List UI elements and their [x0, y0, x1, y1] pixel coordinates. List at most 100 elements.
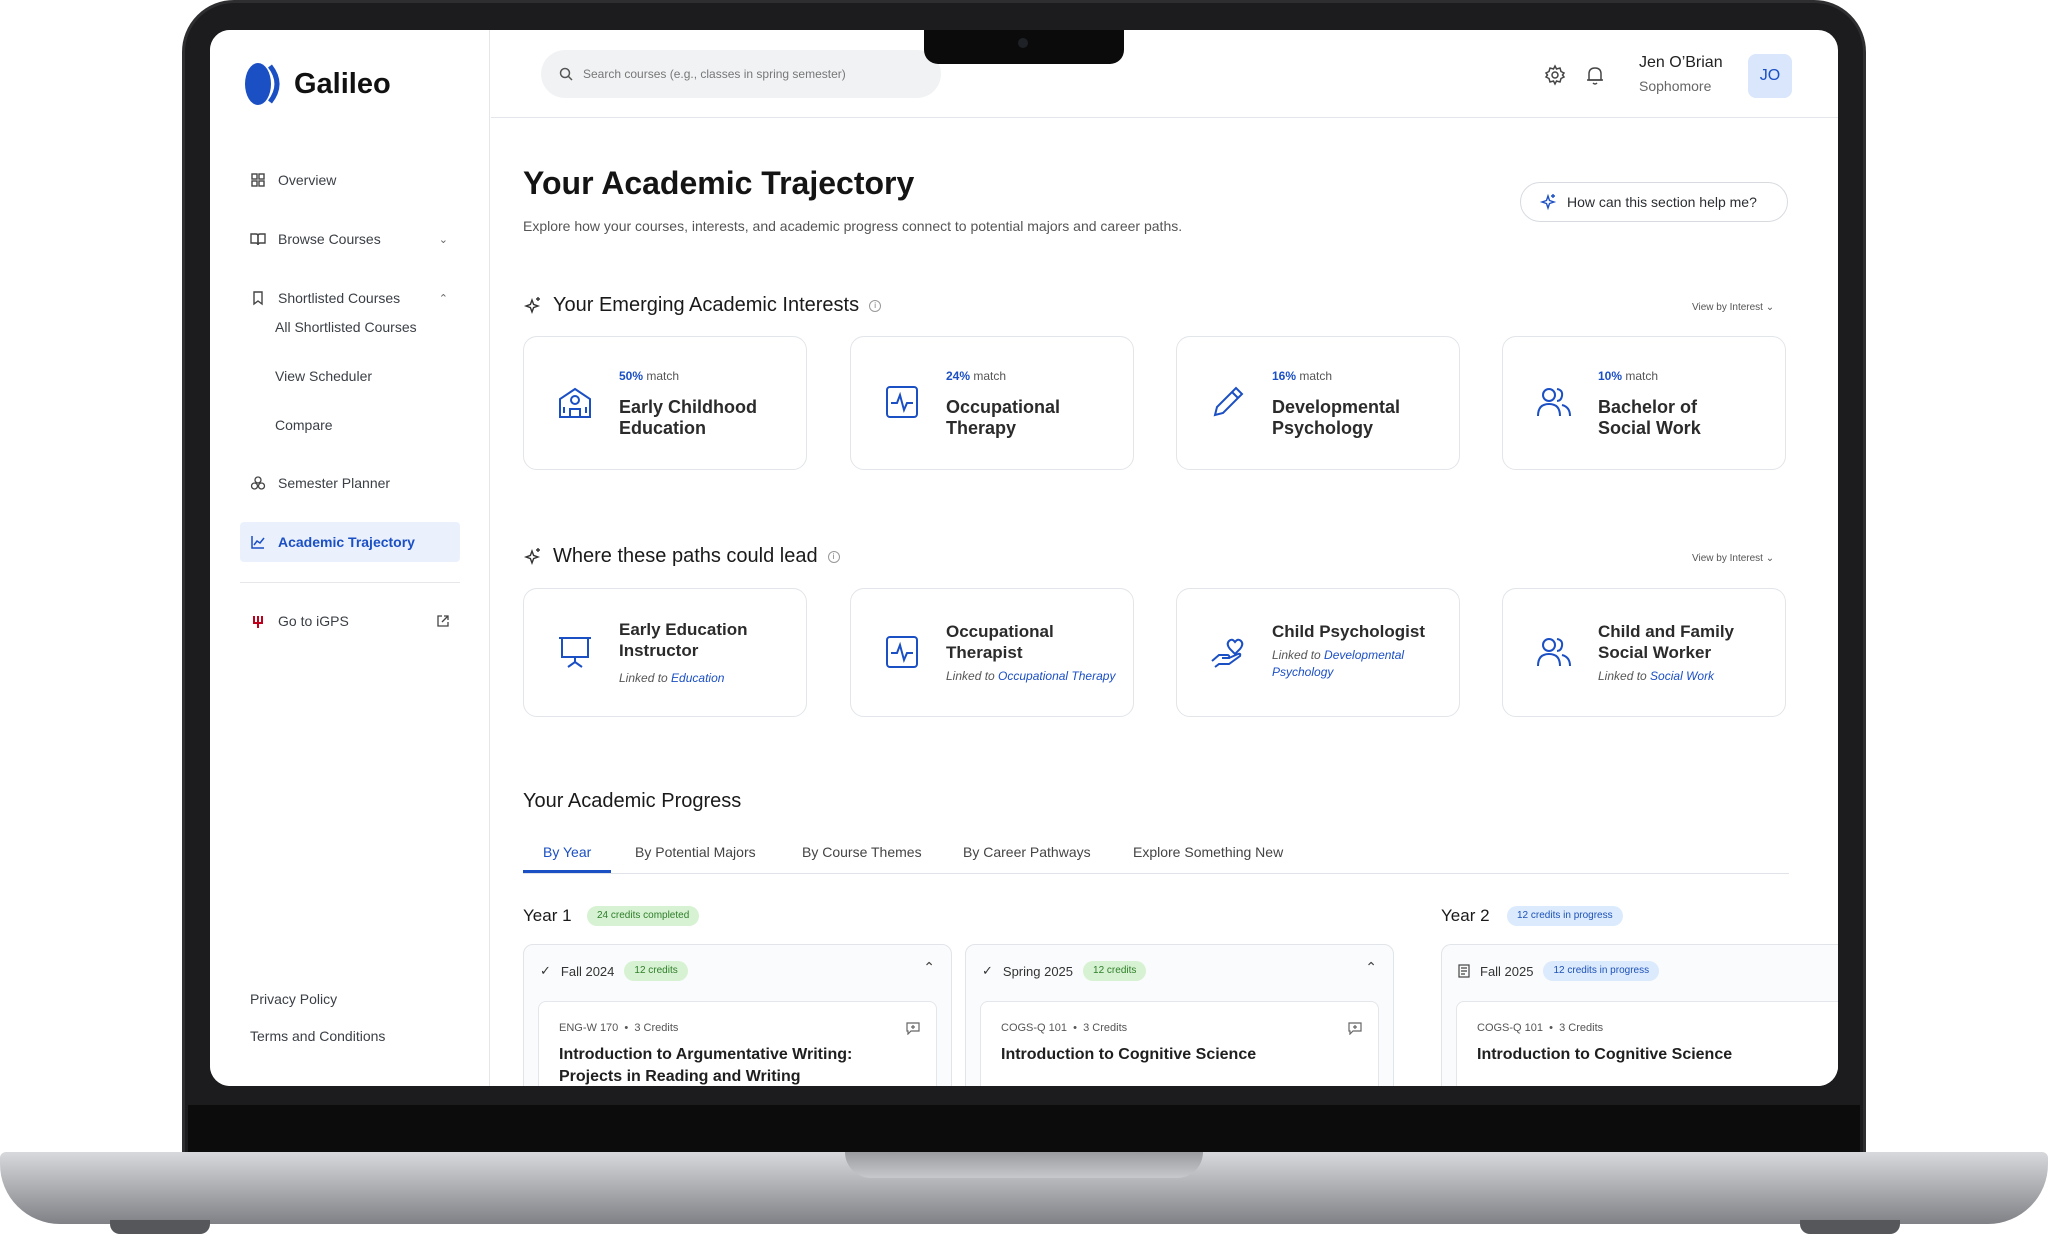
info-icon[interactable]: i [869, 299, 882, 312]
info-icon[interactable]: i [827, 550, 840, 563]
chevron-up-icon[interactable]: ⌃ [439, 292, 448, 305]
match-percent: 50% [619, 369, 644, 383]
sidebar-item-label: Overview [278, 172, 337, 188]
path-card-early-education-instructor[interactable]: Early Education Instructor Linked to Educ… [523, 588, 807, 717]
path-card-child-psychologist[interactable]: Child Psychologist Linked to Development… [1176, 588, 1460, 717]
path-card-occupational-therapist[interactable]: Occupational Therapist Linked to Occupati… [850, 588, 1134, 717]
view-by-interest-dropdown[interactable]: View by Interest ⌄ [1692, 302, 1774, 313]
pencil-icon [1213, 386, 1244, 417]
search-input[interactable]: Search courses (e.g., classes in spring … [541, 50, 941, 98]
sidebar-item-go-to-igps[interactable]: Go to iGPS [240, 601, 460, 641]
match-word: match [973, 369, 1007, 383]
card-title-line: Child and Family [1598, 622, 1735, 641]
semester-header: ✓ Spring 2025 12 credits [982, 961, 1147, 981]
interests-section-title: Your Emerging Academic Interests i [523, 294, 882, 317]
tab-by-year[interactable]: By Year [523, 844, 612, 873]
sidebar-item-academic-trajectory[interactable]: Academic Trajectory [240, 522, 460, 562]
year-label: Year 1 [523, 906, 572, 925]
help-button[interactable]: How can this section help me? [1520, 182, 1788, 222]
tab-by-career-pathways[interactable]: By Career Pathways [963, 844, 1091, 860]
path-card-child-family-social-worker[interactable]: Child and Family Social Worker Linked to … [1502, 588, 1786, 717]
comment-icon[interactable] [1348, 1022, 1362, 1035]
linked-major-link[interactable]: Education [671, 671, 724, 685]
match-word: match [1625, 369, 1659, 383]
pulse-icon [886, 636, 918, 668]
sidebar: Galileo Overview Browse Courses ⌄ Shortl… [210, 30, 490, 1086]
course-credits: 3 Credits [1559, 1022, 1604, 1034]
match-word: match [646, 369, 680, 383]
course-card[interactable]: COGS-Q 101 • 3 Credits Introduction to C… [980, 1001, 1379, 1086]
camera-notch [924, 30, 1124, 64]
semester-term: Fall 2024 [560, 963, 615, 979]
sidebar-divider [240, 582, 460, 583]
tab-explore-something-new[interactable]: Explore Something New [1133, 844, 1283, 860]
camera-dot [1018, 38, 1028, 48]
tab-by-potential-majors[interactable]: By Potential Majors [635, 844, 756, 860]
sidebar-item-label: Academic Trajectory [278, 534, 415, 550]
linked-major-link[interactable]: Occupational Therapy [998, 669, 1115, 683]
card-title: Occupational Therapist [946, 621, 1126, 663]
user-role: Sophomore [1639, 78, 1712, 94]
view-by-interest-dropdown[interactable]: View by Interest ⌄ [1692, 553, 1774, 564]
user-name: Jen O’Brian [1639, 54, 1723, 71]
year-label: Year 2 [1441, 906, 1490, 925]
tab-by-course-themes[interactable]: By Course Themes [802, 844, 922, 860]
card-title: Developmental Psychology [1272, 397, 1452, 439]
sidebar-subitem-compare[interactable]: Compare [275, 417, 333, 433]
app-logo[interactable]: Galileo [240, 62, 391, 106]
card-title-line: Therapist [946, 643, 1023, 662]
card-title-line: Occupational [946, 397, 1061, 417]
interest-card-early-childhood[interactable]: 50% match Early Childhood Education [523, 336, 807, 470]
laptop-foot-right [1800, 1220, 1900, 1234]
topbar: Search courses (e.g., classes in spring … [491, 30, 1838, 118]
linked-major-link[interactable]: Social Work [1650, 669, 1714, 683]
interest-card-developmental-psychology[interactable]: 16% match Developmental Psychology [1176, 336, 1460, 470]
sidebar-item-label: Semester Planner [278, 475, 391, 491]
sidebar-item-overview[interactable]: Overview [240, 160, 460, 200]
linked-label: Linked to Education [619, 670, 804, 687]
chevron-up-icon[interactable]: ⌃ [923, 959, 935, 976]
match-label: 50% match [619, 369, 679, 383]
credits-badge: 12 credits [624, 961, 688, 981]
sidebar-item-semester-planner[interactable]: Semester Planner [240, 463, 460, 503]
interest-card-occupational-therapy[interactable]: 24% match Occupational Therapy [850, 336, 1134, 470]
linked-major-link[interactable]: Developmental [1324, 648, 1404, 662]
sidebar-subitem-view-scheduler[interactable]: View Scheduler [275, 368, 372, 384]
course-card[interactable]: ENG-W 170 • 3 Credits Introduction to Ar… [538, 1001, 937, 1086]
dropdown-label: View by Interest [1692, 553, 1763, 564]
semester-term: Spring 2025 [1002, 963, 1074, 979]
sidebar-subitem-all-shortlisted[interactable]: All Shortlisted Courses [275, 319, 417, 335]
course-card[interactable]: COGS-Q 101 • 3 Credits Introduction to C… [1456, 1001, 1838, 1086]
section-title-text: Where these paths could lead [553, 545, 818, 567]
avatar[interactable]: JO [1748, 54, 1792, 98]
pulse-icon [886, 386, 918, 418]
match-label: 10% match [1598, 369, 1658, 383]
chevron-down-icon: ⌄ [1765, 553, 1775, 564]
laptop-foot-left [110, 1220, 210, 1234]
gear-icon[interactable] [1544, 64, 1566, 86]
match-word: match [1299, 369, 1333, 383]
linked-major-link[interactable]: Psychology [1272, 665, 1333, 679]
interest-card-social-work[interactable]: 10% match Bachelor of Social Work [1502, 336, 1786, 470]
card-title-line: Social Worker [1598, 643, 1712, 662]
terms-link[interactable]: Terms and Conditions [250, 1028, 385, 1044]
linked-prefix: Linked to [1598, 669, 1647, 683]
chevron-down-icon[interactable]: ⌄ [439, 233, 448, 246]
external-link-icon[interactable] [436, 614, 450, 628]
bell-icon[interactable] [1584, 64, 1606, 86]
sidebar-item-shortlisted-courses[interactable]: Shortlisted Courses ⌃ [240, 278, 460, 318]
chart-line-icon [251, 536, 265, 549]
section-title-text: Your Emerging Academic Interests [553, 294, 860, 316]
linked-prefix: Linked to [1272, 648, 1321, 662]
course-credits: 3 Credits [634, 1022, 679, 1034]
document-icon [1458, 964, 1470, 978]
privacy-policy-link[interactable]: Privacy Policy [250, 991, 337, 1007]
course-meta: ENG-W 170 • 3 Credits [559, 1022, 679, 1034]
comment-icon[interactable] [906, 1022, 920, 1035]
grid-icon [251, 173, 265, 187]
laptop-chin [188, 1105, 1860, 1153]
semester-card-fall-2025: Fall 2025 12 credits in progress COGS-Q … [1441, 944, 1838, 1086]
chevron-up-icon[interactable]: ⌃ [1365, 959, 1377, 976]
search-placeholder: Search courses (e.g., classes in spring … [583, 67, 846, 81]
sidebar-item-browse-courses[interactable]: Browse Courses ⌄ [240, 219, 460, 259]
